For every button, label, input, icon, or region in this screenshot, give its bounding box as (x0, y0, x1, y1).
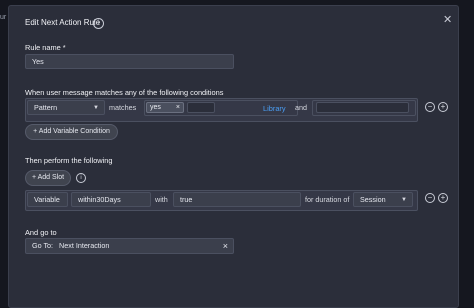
close-icon[interactable]: ✕ (443, 15, 452, 26)
duration-value: Session (360, 195, 386, 204)
add-variable-condition-button[interactable]: + Add Variable Condition (25, 124, 118, 140)
rule-name-input[interactable]: Yes (25, 54, 234, 69)
conditions-label: When user message matches any of the fol… (25, 88, 224, 97)
chevron-down-icon: ▼ (401, 197, 407, 203)
remove-condition-icon[interactable]: − (425, 102, 435, 112)
rule-name-label: Rule name * (25, 43, 66, 52)
goto-label: And go to (25, 228, 57, 237)
duration-select[interactable]: Session ▼ (353, 192, 413, 207)
condition-type-value: Pattern (34, 103, 58, 112)
remove-slot-icon[interactable]: − (425, 193, 435, 203)
matches-label: matches (109, 103, 137, 112)
add-slot-button[interactable]: + Add Slot (25, 170, 71, 186)
chip-remove-icon[interactable]: × (176, 103, 180, 113)
add-condition-icon[interactable]: + (438, 102, 448, 112)
goto-value: Next Interaction (59, 241, 110, 250)
edit-rule-dialog: Edit Next Action Rule i ✕ Rule name * Ye… (8, 5, 459, 308)
second-pattern-input[interactable] (316, 102, 409, 113)
dialog-title: Edit Next Action Rule (25, 18, 101, 27)
pattern-text-input[interactable] (187, 102, 215, 113)
with-label: with (155, 195, 168, 204)
duration-label: for duration of (305, 195, 350, 204)
info-icon[interactable]: i (93, 18, 104, 29)
actions-label: Then perform the following (25, 156, 113, 165)
goto-prefix: Go To: (32, 241, 54, 250)
goto-select[interactable]: Go To: Next Interaction × (25, 238, 234, 254)
clear-icon[interactable]: × (223, 239, 228, 253)
info-icon[interactable]: i (76, 173, 86, 183)
chevron-down-icon: ▼ (93, 105, 99, 111)
slot-name-input[interactable]: within30Days (71, 192, 151, 207)
background-text: ur (0, 14, 7, 21)
library-link[interactable]: Library (263, 104, 286, 113)
add-slot-icon[interactable]: + (438, 193, 448, 203)
pattern-chip-label: yes (150, 104, 161, 111)
pattern-chip: yes × (146, 102, 184, 113)
slot-value-input[interactable]: true (173, 192, 301, 207)
slot-type-field[interactable]: Variable (27, 192, 68, 207)
condition-type-select[interactable]: Pattern ▼ (27, 100, 105, 115)
and-label: and (295, 103, 307, 112)
